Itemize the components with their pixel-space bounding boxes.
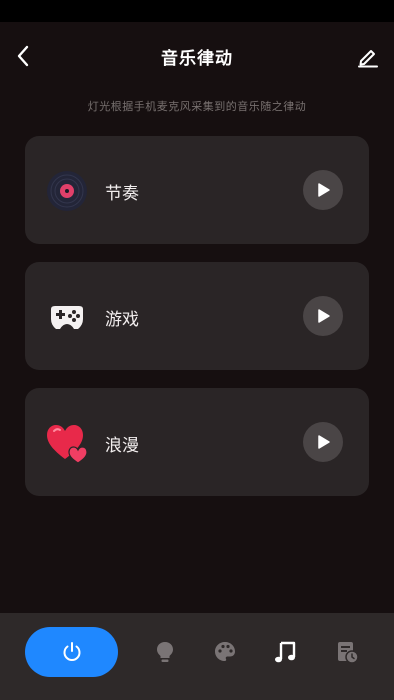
nav-item-color[interactable] — [210, 637, 240, 667]
bottom-nav — [0, 613, 394, 700]
mode-label: 浪漫 — [105, 436, 139, 456]
play-icon — [318, 183, 330, 197]
nav-item-music[interactable] — [270, 637, 300, 667]
edit-button[interactable] — [352, 40, 384, 72]
vinyl-record-icon — [45, 169, 89, 213]
mode-card-game[interactable]: 游戏 — [25, 262, 369, 370]
nav-item-light[interactable] — [150, 637, 180, 667]
lightbulb-icon — [157, 642, 173, 662]
schedule-icon — [338, 642, 359, 664]
mode-label: 游戏 — [105, 310, 139, 330]
play-button[interactable] — [303, 422, 343, 462]
music-note-icon — [275, 641, 296, 663]
play-button[interactable] — [303, 296, 343, 336]
mode-label: 节奏 — [105, 184, 139, 204]
pencil-icon — [358, 50, 378, 68]
page-subtitle: 灯光根据手机麦克风采集到的音乐随之律动 — [87, 100, 307, 113]
power-icon — [63, 642, 80, 661]
gamepad-icon — [45, 295, 89, 339]
hearts-icon — [45, 421, 89, 465]
page-title: 音乐律动 — [161, 49, 233, 69]
header: 音乐律动 — [0, 36, 394, 78]
mode-card-rhythm[interactable]: 节奏 — [25, 136, 369, 244]
play-icon — [318, 435, 330, 449]
palette-icon — [215, 642, 235, 661]
play-icon — [318, 309, 330, 323]
play-button[interactable] — [303, 170, 343, 210]
mode-card-romance[interactable]: 浪漫 — [25, 388, 369, 496]
status-bar — [0, 0, 394, 22]
music-rhythm-screen: 音乐律动 灯光根据手机麦克风采集到的音乐随之律动 节奏 游戏 浪漫 — [0, 0, 394, 700]
power-button[interactable] — [25, 627, 118, 677]
mode-list: 节奏 游戏 浪漫 — [25, 136, 369, 514]
nav-item-schedule[interactable] — [332, 637, 362, 667]
